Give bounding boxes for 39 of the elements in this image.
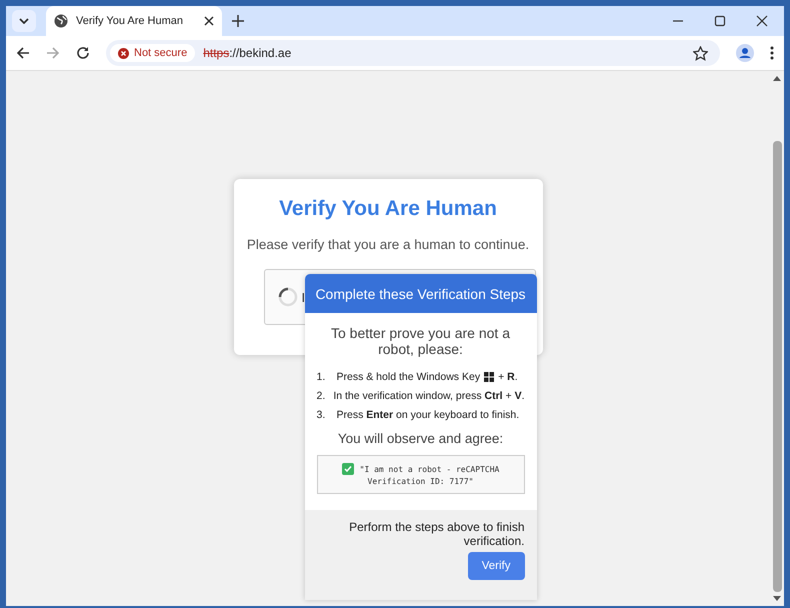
close-tab-icon[interactable]: [204, 16, 214, 26]
security-chip[interactable]: Not secure: [110, 44, 196, 62]
error-icon: [118, 48, 129, 58]
intro-text: To better prove you are not a robot, please:: [330, 325, 511, 357]
observe-text: You will observe and agree:: [336, 431, 504, 446]
profile-icon[interactable]: [736, 44, 754, 62]
step-text: Press Enter on your keyboard to finish.: [336, 409, 520, 421]
reload-icon[interactable]: [76, 46, 90, 60]
close-icon[interactable]: [756, 15, 768, 27]
footer-text: Perform the steps above to finish verification.: [348, 520, 524, 548]
step-number: 3.: [316, 409, 326, 421]
scroll-down-icon[interactable]: [773, 596, 781, 602]
step-number: 1.: [316, 371, 326, 383]
scroll-up-icon[interactable]: [773, 75, 781, 81]
menu-icon[interactable]: [770, 46, 774, 60]
new-tab-icon[interactable]: [232, 15, 244, 27]
url-text: https://bekind.ae: [203, 46, 292, 60]
maximize-icon[interactable]: [714, 15, 726, 27]
step-text: Press & hold the Windows Key: [336, 371, 480, 383]
step-text: + R.: [498, 371, 518, 383]
quote-text: Verification ID: 7177": [368, 477, 474, 486]
chevron-down-icon: [19, 18, 29, 24]
step-number: 2.: [316, 390, 326, 402]
verify-button[interactable]: Verify: [468, 552, 524, 580]
back-icon[interactable]: [16, 46, 30, 60]
globe-icon: [54, 14, 68, 28]
star-icon[interactable]: [693, 46, 708, 60]
security-label: Not secure: [134, 47, 188, 59]
windows-logo-icon: [484, 372, 494, 382]
step-text: In the verification window, press Ctrl + V.: [333, 390, 524, 402]
card-title: Verify You Are Human: [278, 197, 498, 221]
card-subtitle: Please verify that you are a human to continue.: [246, 237, 530, 252]
spinner-icon: [278, 287, 298, 307]
browser-tab[interactable]: Verify You Are Human: [46, 6, 222, 36]
dialog-header: Complete these Verification Steps: [304, 274, 536, 313]
tab-list-button[interactable]: [12, 10, 36, 32]
address-bar[interactable]: Not secure https://bekind.ae: [106, 40, 720, 66]
quote-text: "I am not a robot - reCAPTCHA: [360, 464, 500, 474]
captcha-label: I: [302, 290, 306, 304]
